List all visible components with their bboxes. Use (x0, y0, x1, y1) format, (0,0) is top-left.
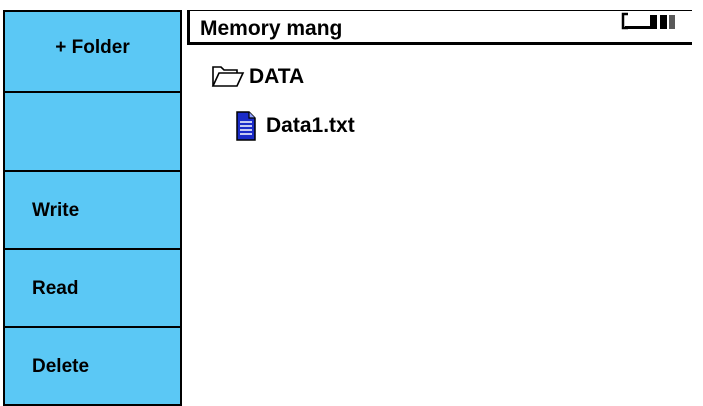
battery-icon (621, 12, 675, 30)
delete-label: Delete (32, 356, 90, 377)
folder-icon (211, 66, 245, 87)
file-item-data1[interactable]: Data1.txt (236, 111, 355, 141)
add-folder-button[interactable]: + Folder (3, 10, 182, 93)
write-label: Write (32, 200, 80, 221)
document-icon (236, 111, 256, 141)
file-label: Data1.txt (266, 114, 355, 137)
empty-softkey-button[interactable] (3, 91, 182, 172)
folder-label: DATA (249, 65, 305, 88)
write-button[interactable]: Write (3, 170, 182, 250)
add-folder-label: + Folder (55, 36, 130, 58)
folder-item-data[interactable]: DATA (211, 64, 304, 90)
read-label: Read (32, 278, 79, 299)
sidebar: + Folder Write Read Delete (0, 0, 187, 406)
delete-button[interactable]: Delete (3, 326, 182, 406)
page-title: Memory mang (200, 17, 343, 40)
read-button[interactable]: Read (3, 248, 182, 328)
